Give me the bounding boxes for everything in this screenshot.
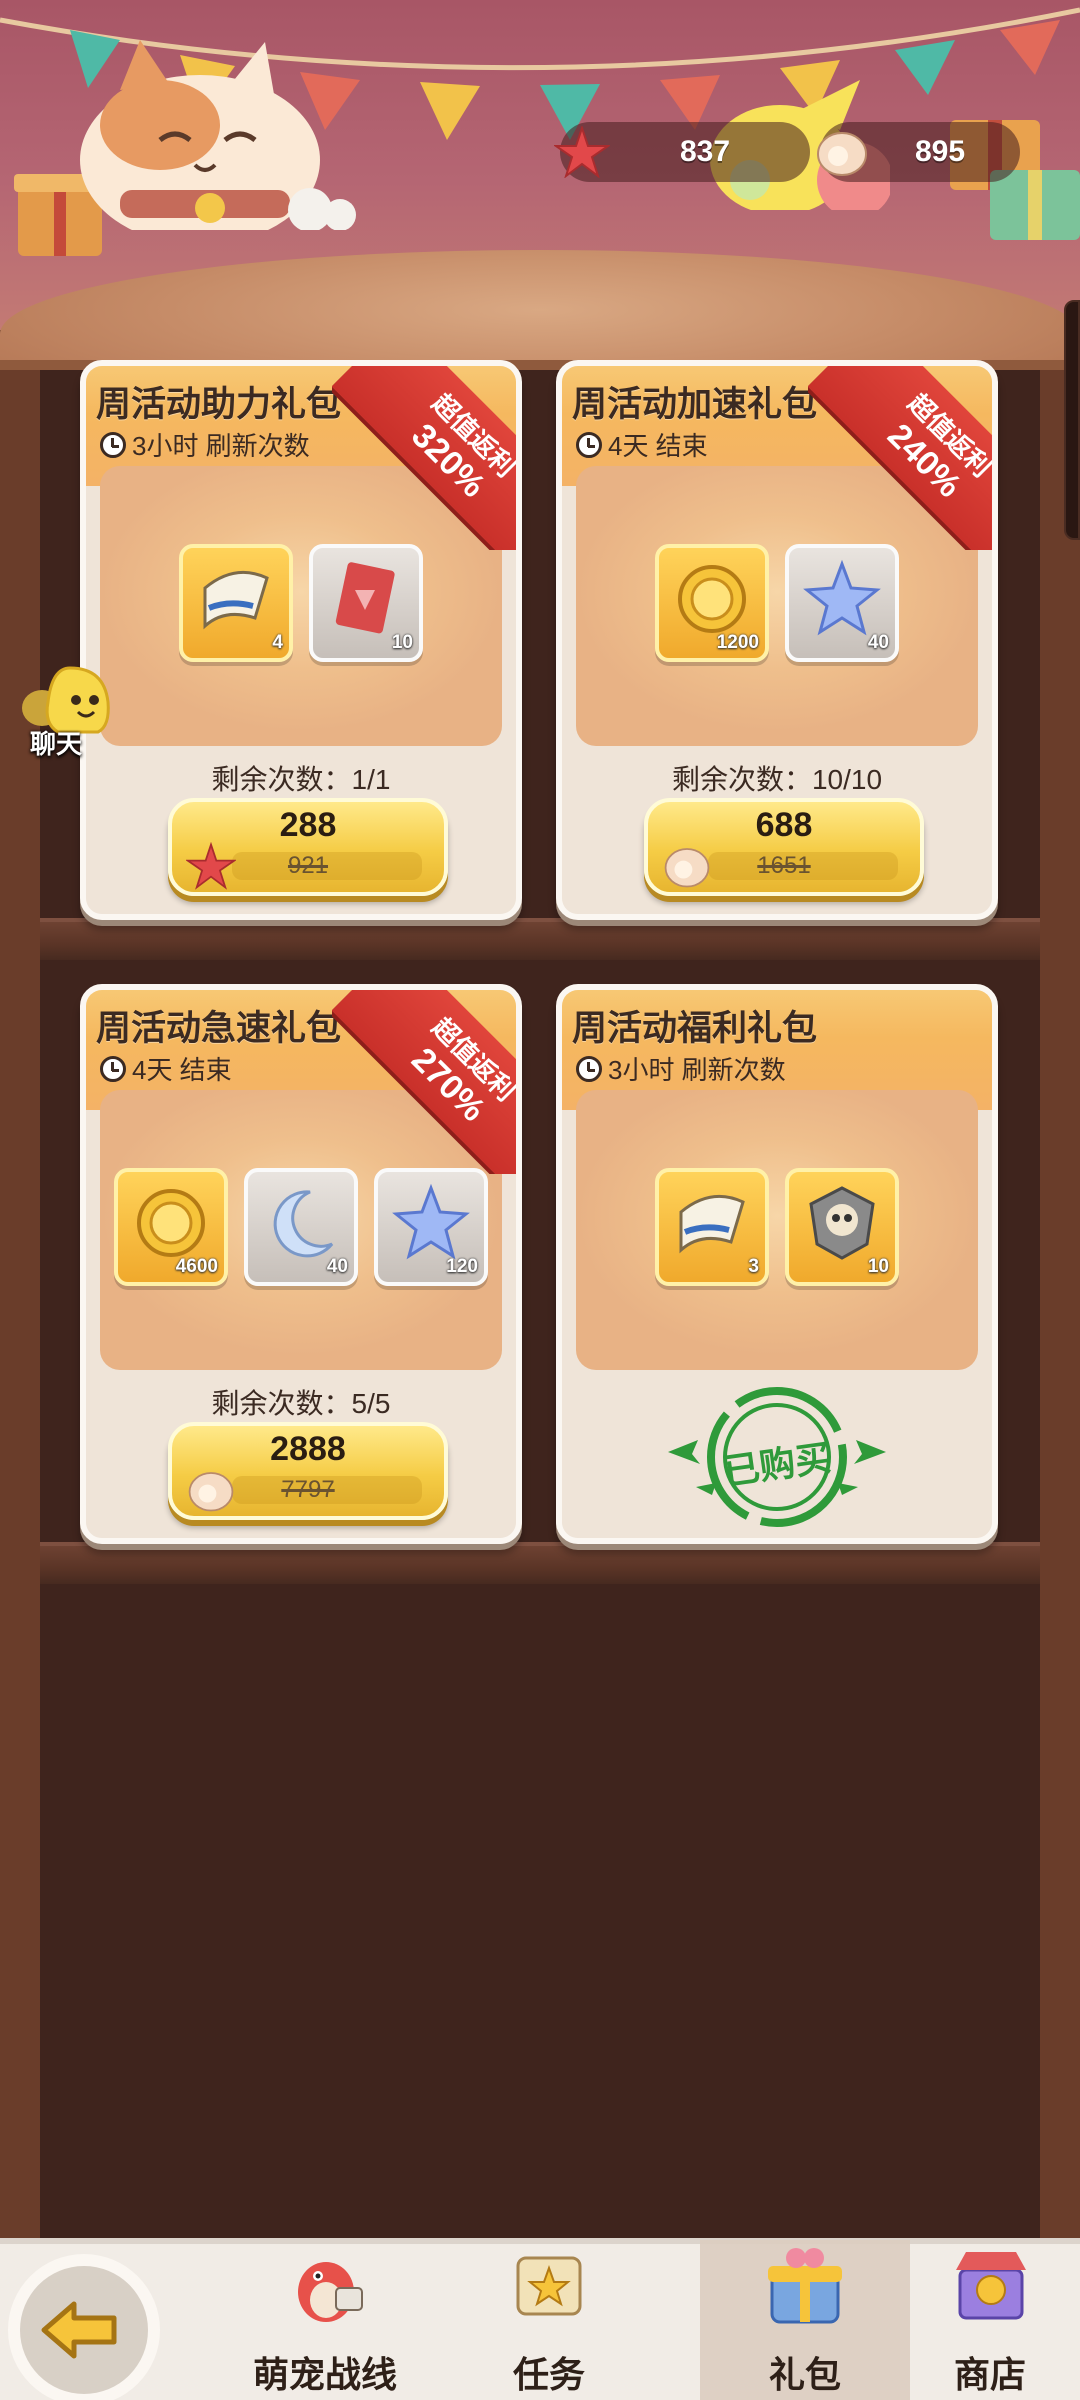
item-quantity: 4600 (175, 1256, 218, 1277)
reward-item[interactable]: 4 (179, 544, 293, 662)
nav-label: 任务 (512, 2354, 585, 2395)
item-quantity: 40 (867, 632, 889, 653)
starfish-currency[interactable]: 837 (554, 122, 810, 182)
pack-timer-text: 3小时 刷新次数 (132, 431, 310, 461)
back-arrow-icon[interactable] (4, 2250, 170, 2400)
shell-icon (817, 132, 867, 176)
item-quantity: 4 (272, 632, 283, 653)
price: 688 (755, 806, 813, 844)
cat-mascot-icon (80, 40, 356, 230)
moon-icon (273, 1190, 334, 1258)
gift-box-icon (768, 2248, 842, 2324)
price: 288 (279, 806, 337, 844)
buy-button[interactable]: 688 1651 (644, 798, 924, 896)
scroll-icon (679, 1194, 745, 1254)
pack-title: 周活动急速礼包 (96, 1009, 342, 1048)
pack-timer-text: 4天 结束 (132, 1055, 232, 1085)
remaining-count: 剩余次数：5/5 (211, 1388, 391, 1419)
pack-timer: 4天 结束 (100, 1050, 232, 1087)
item-quantity: 10 (867, 1256, 889, 1277)
skull-shield-icon (809, 1186, 875, 1260)
shell-currency[interactable]: 895 (817, 122, 1020, 182)
price: 2888 (270, 1430, 346, 1468)
buy-button[interactable]: 288 921 (168, 798, 448, 896)
nav-label: 萌宠战线 (252, 2354, 397, 2395)
scroll-task-icon (516, 2256, 582, 2316)
shell-icon (664, 848, 710, 888)
blue-star-icon (392, 1183, 470, 1260)
reward-items: 4600 40 120 (86, 1168, 516, 1286)
reward-item[interactable]: 10 (785, 1168, 899, 1286)
value-ribbon: 超值返利 240% (808, 366, 992, 550)
reward-items: 1200 40 (562, 544, 992, 662)
pack-timer: 4天 结束 (576, 426, 708, 463)
dino-pet-icon (298, 2262, 363, 2322)
side-scroll-handle[interactable] (1064, 300, 1080, 540)
nav-tasks[interactable]: 任务 (444, 2240, 654, 2400)
remaining-count: 剩余次数：10/10 (671, 764, 883, 795)
pack-timer: 3小时 刷新次数 (576, 1050, 786, 1087)
reward-item[interactable]: 10 (309, 544, 423, 662)
nav-label: 商店 (953, 2354, 1026, 2395)
clock-icon (576, 431, 602, 458)
pack-title: 周活动福利礼包 (572, 1009, 818, 1048)
shelf (40, 918, 1040, 960)
starfish-icon (554, 126, 610, 178)
nav-label: 礼包 (768, 2354, 841, 2395)
clock-icon (576, 1055, 602, 1082)
pack-timer-text: 3小时 刷新次数 (608, 1055, 786, 1085)
clock-icon (100, 431, 126, 458)
purchased-stamp: 已购买 (656, 1382, 898, 1532)
reward-items: 4 10 (86, 544, 516, 662)
shell-icon (188, 1472, 234, 1512)
reward-item[interactable]: 4600 (114, 1168, 228, 1286)
pack-card-assist[interactable]: 周活动助力礼包 3小时 刷新次数 超值返利 320% 4 10 剩余次数：1/1 (80, 360, 522, 920)
reward-item[interactable]: 1200 (655, 544, 769, 662)
pack-title: 周活动助力礼包 (96, 385, 342, 424)
reward-item[interactable]: 120 (374, 1168, 488, 1286)
gold-coin-icon (137, 1189, 205, 1257)
pack-timer-text: 4天 结束 (608, 431, 708, 461)
item-quantity: 40 (326, 1256, 348, 1277)
reward-item[interactable]: 40 (244, 1168, 358, 1286)
remaining-count: 剩余次数：1/1 (211, 764, 391, 795)
pack-title: 周活动加速礼包 (572, 385, 818, 424)
chat-label[interactable]: 聊天 (30, 724, 82, 761)
item-quantity: 10 (391, 632, 413, 653)
shop-icon (956, 2252, 1026, 2320)
pack-card-speedup[interactable]: 周活动加速礼包 4天 结束 超值返利 240% 1200 40 剩余次数：10/… (556, 360, 998, 920)
gold-coin-icon (678, 565, 746, 633)
nav-pet-battle[interactable]: 萌宠战线 (220, 2240, 430, 2400)
item-quantity: 1200 (716, 632, 759, 653)
value-ribbon: 超值返利 320% (332, 366, 516, 550)
starfish-icon (186, 842, 236, 890)
reward-item[interactable]: 40 (785, 544, 899, 662)
item-quantity: 120 (446, 1256, 478, 1277)
buy-button[interactable]: 2888 7797 (168, 1422, 448, 1520)
nav-shop[interactable]: 商店 (900, 2240, 1080, 2400)
pack-card-rapid[interactable]: 周活动急速礼包 4天 结束 超值返利 270% 4600 40 120 剩余次数… (80, 984, 522, 1544)
value-ribbon: 超值返利 270% (332, 990, 516, 1174)
blue-star-icon (803, 559, 881, 636)
reward-items: 3 10 (562, 1168, 992, 1286)
item-quantity: 3 (748, 1256, 759, 1277)
nav-gift-packs[interactable]: 礼包 (700, 2240, 910, 2400)
reward-item[interactable]: 3 (655, 1168, 769, 1286)
scroll-icon (203, 570, 269, 630)
ticket-icon (335, 562, 395, 634)
pack-timer: 3小时 刷新次数 (100, 426, 310, 463)
shelf (40, 1542, 1040, 1584)
pack-card-welfare[interactable]: 周活动福利礼包 3小时 刷新次数 3 10 已购买 (556, 984, 998, 1544)
clock-icon (100, 1055, 126, 1082)
